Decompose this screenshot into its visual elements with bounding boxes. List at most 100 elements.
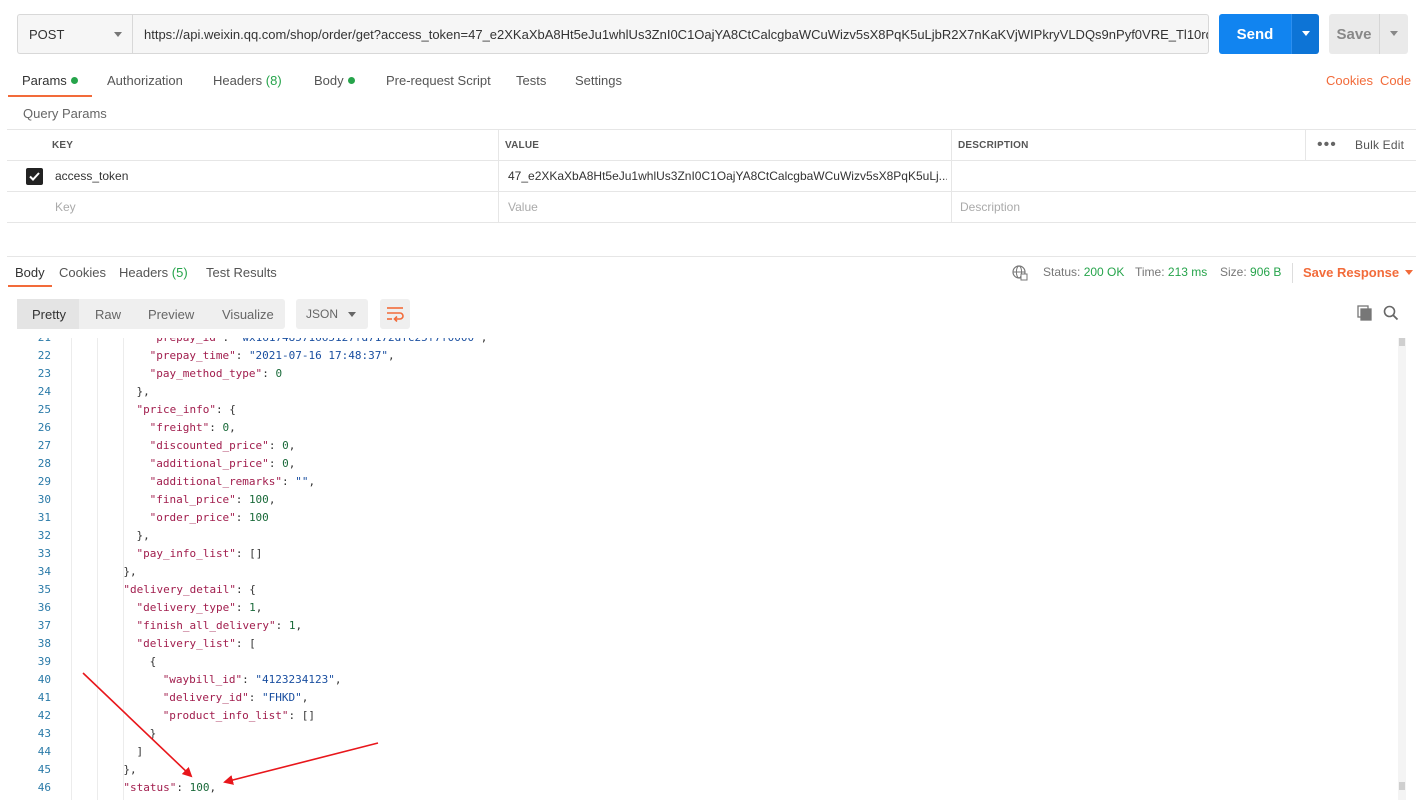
chevron-down-icon	[1390, 31, 1398, 36]
line-number: 46	[37, 781, 51, 794]
url-input[interactable]: https://api.weixin.qq.com/shop/order/get…	[132, 14, 1209, 54]
line-number: 29	[37, 475, 51, 488]
globe-icon[interactable]	[1012, 265, 1028, 281]
wrap-lines-button[interactable]	[380, 299, 410, 329]
view-raw-button[interactable]: Raw	[95, 299, 121, 329]
save-response-label: Save Response	[1303, 265, 1400, 280]
code-text: },	[123, 763, 137, 776]
code-line: 36 "delivery_type": 1,	[7, 599, 1397, 617]
param-description[interactable]	[954, 161, 1409, 191]
scroll-down-arrow[interactable]	[1399, 782, 1405, 790]
cookies-link[interactable]: Cookies	[1326, 73, 1373, 88]
code-line: 37 "finish_all_delivery": 1,	[7, 617, 1397, 635]
code-text: "status": 100,	[123, 781, 217, 794]
line-number: 35	[37, 583, 51, 596]
line-number: 24	[37, 385, 51, 398]
code-text: "delivery_list": [	[136, 637, 256, 650]
chevron-down-icon	[1405, 270, 1414, 275]
code-line: 24},	[7, 383, 1397, 401]
header-key: KEY	[52, 139, 74, 151]
resp-tab-body[interactable]: Body	[15, 265, 45, 280]
bulk-edit-button[interactable]: Bulk Edit	[1349, 130, 1415, 160]
scroll-up-arrow[interactable]	[1399, 338, 1405, 346]
tab-tests[interactable]: Tests	[516, 73, 546, 88]
line-number: 33	[37, 547, 51, 560]
code-line: 46 "status": 100,	[7, 779, 1397, 797]
line-number: 39	[37, 655, 51, 668]
tab-pre-request-script[interactable]: Pre-request Script	[386, 73, 491, 88]
size-value: 906 B	[1250, 265, 1282, 279]
code-text: "final_price": 100,	[149, 493, 276, 506]
code-line: 41 "delivery_id": "FHKD",	[7, 689, 1397, 707]
chevron-down-icon	[1302, 31, 1310, 36]
code-text: "finish_all_delivery": 1,	[136, 619, 303, 632]
response-body-code[interactable]: 21 "prepay_id": "wx161748571665127fd7172d…	[7, 338, 1397, 800]
new-value-input[interactable]: Value	[502, 192, 947, 222]
checkmark-icon	[29, 172, 40, 181]
save-options-button[interactable]	[1379, 14, 1408, 54]
new-key-input[interactable]: Key	[49, 192, 494, 222]
code-text: "freight": 0,	[149, 421, 236, 434]
code-line: 32},	[7, 527, 1397, 545]
code-line: 21 "prepay_id": "wx161748571665127fd7172d…	[7, 338, 1397, 347]
code-line: 34},	[7, 563, 1397, 581]
active-dot-icon	[70, 77, 78, 84]
code-line: 31 "order_price": 100	[7, 509, 1397, 527]
code-line: 23 "pay_method_type": 0	[7, 365, 1397, 383]
code-line: 27 "discounted_price": 0,	[7, 437, 1397, 455]
line-number: 27	[37, 439, 51, 452]
code-line: 40 "waybill_id": "4123234123",	[7, 671, 1397, 689]
tab-settings[interactable]: Settings	[575, 73, 622, 88]
copy-icon[interactable]	[1357, 305, 1373, 321]
line-number: 26	[37, 421, 51, 434]
send-options-button[interactable]	[1291, 14, 1319, 54]
tab-params-label: Params	[22, 73, 67, 88]
resp-tab-headers[interactable]: Headers (5)	[119, 265, 188, 280]
tab-body-label: Body	[314, 73, 344, 88]
code-scrollbar[interactable]	[1398, 338, 1406, 800]
code-text: "pay_info_list": []	[136, 547, 263, 560]
active-tab-indicator	[8, 285, 52, 287]
tab-headers[interactable]: Headers (8)	[213, 73, 282, 88]
view-mode-group: Pretty Raw Preview Visualize	[17, 299, 285, 329]
method-select[interactable]: POST	[17, 14, 132, 54]
code-text: "price_info": {	[136, 403, 236, 416]
code-line: 26 "freight": 0,	[7, 419, 1397, 437]
more-options-icon[interactable]: •••	[1317, 136, 1337, 154]
code-text: "delivery_id": "FHKD",	[162, 691, 309, 704]
resp-tab-test-results[interactable]: Test Results	[206, 265, 277, 280]
param-value[interactable]: 47_e2XKaXbA8Ht5eJu1whlUs3ZnI0C1OajYA8CtC…	[502, 161, 947, 191]
code-line: 39 {	[7, 653, 1397, 671]
active-tab-indicator	[8, 95, 92, 97]
resp-tab-cookies[interactable]: Cookies	[59, 265, 106, 280]
code-line: 22 "prepay_time": "2021-07-16 17:48:37",	[7, 347, 1397, 365]
send-button[interactable]: Send	[1219, 14, 1291, 54]
method-label: POST	[29, 26, 65, 42]
tab-headers-label: Headers	[213, 73, 263, 88]
tab-authorization[interactable]: Authorization	[107, 73, 183, 88]
code-link[interactable]: Code	[1380, 73, 1411, 88]
search-icon[interactable]	[1383, 305, 1399, 321]
view-visualize-button[interactable]: Visualize	[222, 299, 274, 329]
save-button[interactable]: Save	[1329, 14, 1379, 54]
line-number: 37	[37, 619, 51, 632]
view-pretty-button[interactable]: Pretty	[17, 299, 79, 329]
format-select[interactable]: JSON	[296, 299, 368, 329]
param-key[interactable]: access_token	[49, 161, 494, 191]
tab-body[interactable]: Body	[314, 73, 355, 88]
view-preview-button[interactable]: Preview	[148, 299, 194, 329]
code-line: 38 "delivery_list": [	[7, 635, 1397, 653]
code-text: ]	[136, 745, 144, 758]
new-description-input[interactable]: Description	[954, 192, 1409, 222]
code-line: 30 "final_price": 100,	[7, 491, 1397, 509]
tab-params[interactable]: Params	[22, 73, 78, 88]
line-number: 23	[37, 367, 51, 380]
table-row: access_token 47_e2XKaXbA8Ht5eJu1whlUs3Zn…	[7, 161, 1416, 192]
response-size: Size: 906 B	[1220, 265, 1281, 279]
table-header-row: KEY VALUE DESCRIPTION ••• Bulk Edit	[7, 130, 1416, 161]
save-response-button[interactable]: Save Response	[1303, 265, 1414, 280]
param-enabled-checkbox[interactable]	[26, 168, 43, 185]
header-description: DESCRIPTION	[958, 139, 1029, 151]
code-line: 33 "pay_info_list": []	[7, 545, 1397, 563]
time-label: Time:	[1135, 265, 1165, 279]
